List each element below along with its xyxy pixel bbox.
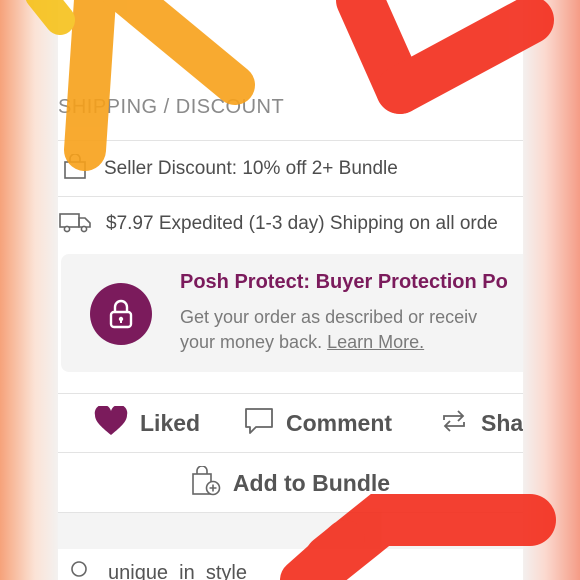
shopping-bag-icon — [62, 152, 88, 185]
heart-icon — [94, 404, 128, 441]
share-icon — [439, 406, 469, 441]
truck-icon — [58, 210, 92, 239]
bundle-add-icon — [191, 464, 221, 501]
divider — [58, 140, 523, 141]
add-to-bundle-button[interactable]: Add to Bundle — [58, 454, 523, 512]
add-to-bundle-label: Add to Bundle — [232, 469, 391, 496]
divider — [58, 196, 523, 197]
section-title: SHIPPING / DISCOUNT — [58, 96, 285, 118]
comment-icon — [244, 406, 274, 441]
share-button[interactable]: Sha — [439, 394, 523, 452]
seller-discount-row: Seller Discount: 10% off 2+ Bundle — [58, 152, 523, 186]
shipping-row: $7.97 Expedited (1-3 day) Shipping on al… — [58, 207, 523, 241]
protect-description: Get your order as described or receiv yo… — [180, 305, 477, 355]
divider — [58, 452, 523, 453]
action-bar: Liked Comment Sha — [58, 394, 523, 452]
listing-panel: SHIPPING / DISCOUNT Seller Discount: 10%… — [58, 0, 523, 580]
section-spacer — [58, 513, 523, 549]
protect-desc-prefix: your money back. — [180, 332, 323, 352]
posh-protect-card: Posh Protect: Buyer Protection Po Get yo… — [61, 254, 523, 372]
protect-desc-line2: your money back. Learn More. — [180, 330, 477, 355]
lock-icon — [90, 283, 152, 345]
user-icon — [62, 560, 96, 580]
like-label: Liked — [140, 409, 201, 436]
protect-desc-line1: Get your order as described or receiv — [180, 307, 478, 327]
seller-username: unique_in_style — [108, 562, 247, 580]
comment-button[interactable]: Comment — [244, 394, 392, 452]
comment-label: Comment — [286, 409, 393, 436]
share-label: Sha — [481, 409, 523, 436]
like-button[interactable]: Liked — [94, 394, 200, 452]
learn-more-link[interactable]: Learn More. — [327, 332, 424, 352]
shipping-text: $7.97 Expedited (1-3 day) Shipping on al… — [106, 213, 498, 234]
protect-title: Posh Protect: Buyer Protection Po — [180, 271, 508, 293]
seller-discount-text: Seller Discount: 10% off 2+ Bundle — [104, 158, 398, 179]
